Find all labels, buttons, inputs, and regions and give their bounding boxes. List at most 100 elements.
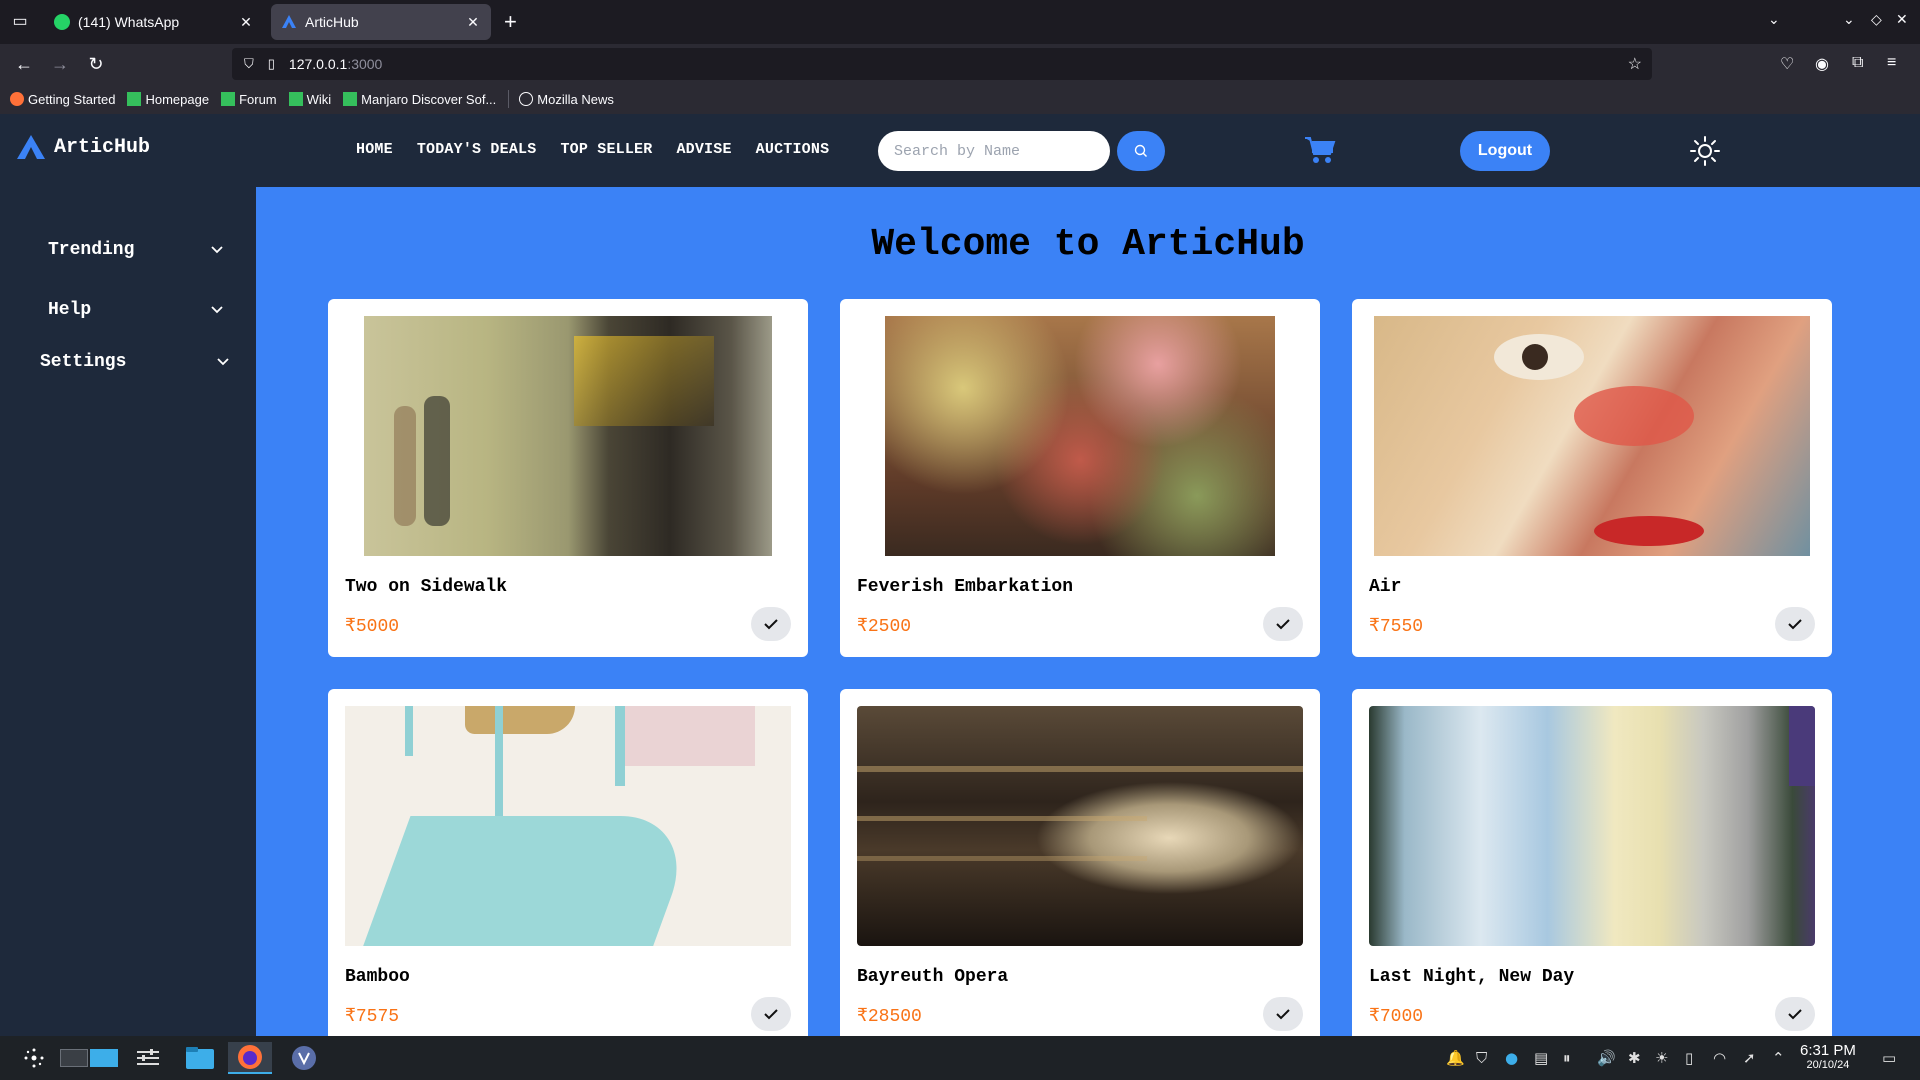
- product-card[interactable]: Bayreuth Opera ₹28500: [840, 689, 1320, 1036]
- cart-icon[interactable]: [1304, 135, 1336, 170]
- nav-auctions[interactable]: AUCTIONS: [756, 141, 830, 158]
- manjaro-icon: [288, 92, 303, 106]
- bookmark-label: Forum: [239, 91, 277, 107]
- back-icon[interactable]: ←: [12, 52, 36, 76]
- bookmark-mozilla-news[interactable]: Mozilla News: [519, 92, 614, 107]
- brightness-icon[interactable]: ☀: [1655, 1049, 1668, 1067]
- bookmark-forum[interactable]: Forum: [221, 92, 277, 107]
- nav-top-seller[interactable]: TOP SELLER: [560, 141, 652, 158]
- bookmark-homepage[interactable]: Homepage: [127, 92, 209, 107]
- close-icon[interactable]: ✕: [238, 14, 254, 31]
- rocket-icon[interactable]: ➚: [1743, 1049, 1756, 1067]
- artichub-favicon-icon: [281, 14, 297, 30]
- window-close-icon[interactable]: ✕: [1896, 11, 1908, 28]
- browser-tab-bar: ▭ (141) WhatsApp ✕ ArticHub ✕ + ⌄ ⌄ ◇ ✕: [0, 0, 1920, 44]
- reload-icon[interactable]: ↻: [84, 52, 108, 76]
- pager-icon[interactable]: [58, 1042, 120, 1074]
- product-price: ₹5000: [345, 617, 400, 637]
- chevron-up-icon[interactable]: ⌃: [1772, 1049, 1785, 1067]
- bookmark-getting-started[interactable]: Getting Started: [10, 92, 115, 107]
- url-port: :3000: [347, 56, 383, 72]
- chevron-down-icon: [211, 246, 223, 254]
- battery-icon[interactable]: ▯: [1685, 1049, 1693, 1067]
- bookmark-manjaro-discover[interactable]: Manjaro Discover Sof...: [343, 92, 496, 107]
- select-button[interactable]: [751, 607, 791, 641]
- pause-icon[interactable]: ⏸: [1563, 1049, 1571, 1067]
- app-header: ArticHub HOME TODAY'S DEALS TOP SELLER A…: [0, 114, 1920, 187]
- close-icon[interactable]: ✕: [465, 14, 481, 31]
- select-button[interactable]: [1775, 997, 1815, 1031]
- product-image[interactable]: [885, 316, 1275, 556]
- logout-button[interactable]: Logout: [1460, 131, 1550, 171]
- bookmark-wiki[interactable]: Wiki: [288, 92, 331, 107]
- file-manager-icon[interactable]: [178, 1042, 222, 1074]
- clipboard-icon[interactable]: ▤: [1534, 1049, 1548, 1067]
- sun-icon[interactable]: [1690, 136, 1720, 171]
- list-all-tabs-icon[interactable]: ⌄: [1768, 11, 1780, 28]
- wifi-icon[interactable]: ◠: [1713, 1049, 1726, 1067]
- nav-todays-deals[interactable]: TODAY'S DEALS: [417, 141, 537, 158]
- bookmark-label: Mozilla News: [537, 91, 614, 107]
- bookmark-label: Manjaro Discover Sof...: [361, 91, 497, 107]
- tab-whatsapp[interactable]: (141) WhatsApp ✕: [44, 4, 264, 40]
- product-image[interactable]: [345, 706, 791, 946]
- taskbar: 🔔 ⛉ ● ▤ ⏸ 🔊 ✱ ☀ ▯ ◠ ➚ ⌃ 6:31 PM 20/10/24…: [0, 1036, 1920, 1080]
- forward-icon[interactable]: →: [48, 52, 72, 76]
- manjaro-icon: [221, 92, 236, 106]
- vscode-icon[interactable]: [282, 1042, 326, 1074]
- nav-home[interactable]: HOME: [356, 141, 393, 158]
- select-button[interactable]: [1263, 607, 1303, 641]
- product-card[interactable]: Two on Sidewalk ₹5000: [328, 299, 808, 657]
- product-image[interactable]: [364, 316, 772, 556]
- maximize-icon[interactable]: ◇: [1871, 11, 1882, 28]
- select-button[interactable]: [751, 997, 791, 1031]
- url-host: 127.0.0.1: [288, 56, 348, 72]
- menu-icon[interactable]: ≡: [1887, 54, 1896, 72]
- globe-icon: [519, 92, 534, 106]
- tab-title: ArticHub: [305, 14, 359, 30]
- tab-artichub[interactable]: ArticHub ✕: [271, 4, 491, 40]
- url-bar[interactable]: ⛉ ▯ 127.0.0.1:3000 ☆: [232, 48, 1652, 80]
- select-button[interactable]: [1263, 997, 1303, 1031]
- sidebar-item-help[interactable]: Help: [48, 300, 224, 320]
- sidebar: Trending Help Settings: [0, 187, 256, 1036]
- sidebar-item-trending[interactable]: Trending: [48, 240, 224, 260]
- firefox-icon[interactable]: [228, 1042, 272, 1074]
- extensions-icon[interactable]: ⧉: [1852, 54, 1863, 72]
- bookmark-star-icon[interactable]: ☆: [1628, 54, 1642, 74]
- nav-advise[interactable]: ADVISE: [676, 141, 731, 158]
- sidebar-item-settings[interactable]: Settings: [40, 352, 230, 372]
- tab-list-icon[interactable]: ▭: [10, 12, 30, 32]
- app-launcher-icon[interactable]: [12, 1042, 56, 1074]
- settings-icon[interactable]: [126, 1042, 170, 1074]
- manjaro-icon: [127, 92, 142, 106]
- sync-icon[interactable]: ●: [1505, 1049, 1518, 1067]
- account-icon[interactable]: ◉: [1815, 54, 1829, 74]
- product-image[interactable]: [1369, 706, 1815, 946]
- product-card[interactable]: Last Night, New Day ₹7000: [1352, 689, 1832, 1036]
- shield-icon[interactable]: ⛉: [1476, 1049, 1487, 1067]
- product-image[interactable]: [1374, 316, 1810, 556]
- select-button[interactable]: [1775, 607, 1815, 641]
- logo[interactable]: ArticHub: [16, 134, 150, 160]
- chevron-down-icon: [217, 358, 229, 366]
- minimize-icon[interactable]: ⌄: [1843, 11, 1855, 28]
- shield-icon[interactable]: ⛉: [244, 56, 254, 72]
- check-icon: [764, 619, 778, 630]
- bluetooth-icon[interactable]: ✱: [1628, 1049, 1641, 1067]
- product-card[interactable]: Bamboo ₹7575: [328, 689, 808, 1036]
- search-input[interactable]: [878, 131, 1110, 171]
- bookmark-label: Getting Started: [28, 91, 116, 107]
- notifications-icon[interactable]: 🔔: [1446, 1049, 1465, 1067]
- product-name: Bayreuth Opera: [857, 967, 1009, 987]
- bookmarks-bar: Getting Started Homepage Forum Wiki Manj…: [0, 84, 1920, 114]
- new-tab-button[interactable]: +: [504, 10, 517, 34]
- search-button[interactable]: [1117, 131, 1165, 171]
- pocket-icon[interactable]: ♡: [1780, 54, 1794, 74]
- product-image[interactable]: [857, 706, 1303, 946]
- show-desktop-icon[interactable]: ▭: [1882, 1049, 1896, 1067]
- clock[interactable]: 6:31 PM 20/10/24: [1800, 1042, 1856, 1071]
- product-card[interactable]: Feverish Embarkation ₹2500: [840, 299, 1320, 657]
- volume-icon[interactable]: 🔊: [1597, 1049, 1616, 1067]
- product-card[interactable]: Air ₹7550: [1352, 299, 1832, 657]
